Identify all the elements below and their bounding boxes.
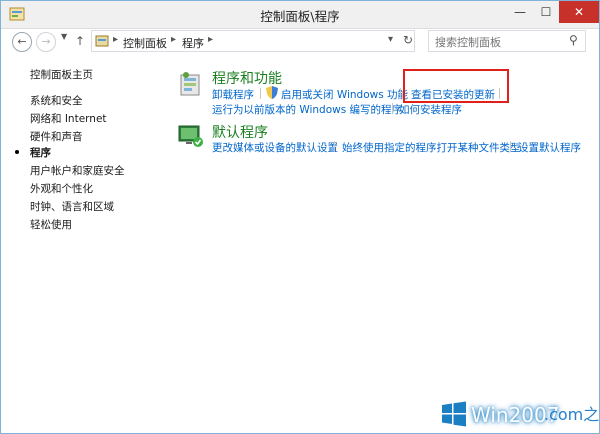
recent-pages-chevron-icon[interactable]: ▼ [61,32,67,41]
watermark-suffix: .com之家 [544,405,600,424]
sidebar-item-system-security[interactable]: 系统和安全 [30,93,83,108]
breadcrumb-separator-icon[interactable]: ▸ [171,34,176,45]
windows-features-link[interactable]: 启用或关闭 Windows 功能 [281,87,408,102]
close-button[interactable]: ✕ [559,1,599,23]
uninstall-program-link[interactable]: 卸载程序 [212,87,254,102]
sidebar-item-appearance[interactable]: 外观和个性化 [30,181,93,196]
link-divider [510,141,511,152]
sidebar-item-ease-of-access[interactable]: 轻松使用 [30,217,72,232]
search-input[interactable] [433,33,567,51]
breadcrumb-separator-icon[interactable]: ▸ [208,34,213,45]
change-media-defaults-link[interactable]: 更改媒体或设备的默认设置 [212,140,338,155]
title-bar: 控制面板\程序 — ☐ ✕ [1,1,599,29]
shield-icon [266,86,278,99]
minimize-button[interactable]: — [507,1,533,23]
always-open-filetype-link[interactable]: 始终使用指定的程序打开某种文件类型 [342,140,521,155]
back-arrow-icon[interactable]: ← [12,32,32,52]
default-programs-title[interactable]: 默认程序 [212,122,268,142]
forward-arrow-icon[interactable]: → [36,32,56,52]
link-divider [400,88,401,99]
up-arrow-icon[interactable]: ↑ [75,34,85,48]
sidebar-item-user-accounts[interactable]: 用户帐户和家庭安全 [30,163,125,178]
address-bar[interactable]: ▸ 控制面板 ▸ 程序 ▸ ▾ ↻ [91,30,415,52]
sidebar-item-hardware-sound[interactable]: 硬件和声音 [30,129,83,144]
default-programs-icon [178,125,203,147]
sidebar-item-network[interactable]: 网络和 Internet [30,111,107,126]
watermark: Win2007 .com之家 [441,397,600,431]
programs-features-title[interactable]: 程序和功能 [212,68,282,88]
link-divider [260,88,261,99]
address-dropdown-icon[interactable]: ▾ [388,34,393,45]
control-panel-window: 控制面板\程序 — ☐ ✕ ← → ▼ ↑ ▸ 控制面板 ▸ 程序 ▸ ▾ ↻ … [0,0,600,434]
windows-logo-icon [442,401,466,427]
sidebar-item-home[interactable]: 控制面板主页 [30,67,93,82]
sidebar-item-clock-region[interactable]: 时钟、语言和区域 [30,199,114,214]
search-box[interactable]: ⚲ [428,30,586,52]
breadcrumb-programs[interactable]: 程序 [182,35,204,51]
set-default-programs-link[interactable]: 设置默认程序 [518,140,581,155]
search-icon[interactable]: ⚲ [569,33,578,47]
sidebar-item-programs[interactable]: 程序 [30,145,51,160]
how-to-install-link[interactable]: 如何安装程序 [399,102,462,117]
maximize-button[interactable]: ☐ [533,1,559,23]
highlight-box [403,69,509,103]
link-divider [334,141,335,152]
control-panel-folder-icon [95,35,109,47]
compatibility-link[interactable]: 运行为以前版本的 Windows 编写的程序 [212,102,402,117]
address-toolbar: ← → ▼ ↑ ▸ 控制面板 ▸ 程序 ▸ ▾ ↻ ⚲ [1,29,599,56]
programs-features-icon [180,72,200,96]
breadcrumb-separator-icon[interactable]: ▸ [113,34,118,45]
link-divider [392,103,393,114]
refresh-icon[interactable]: ↻ [403,33,413,47]
breadcrumb-control-panel[interactable]: 控制面板 [123,35,167,51]
active-bullet-icon [15,150,19,154]
